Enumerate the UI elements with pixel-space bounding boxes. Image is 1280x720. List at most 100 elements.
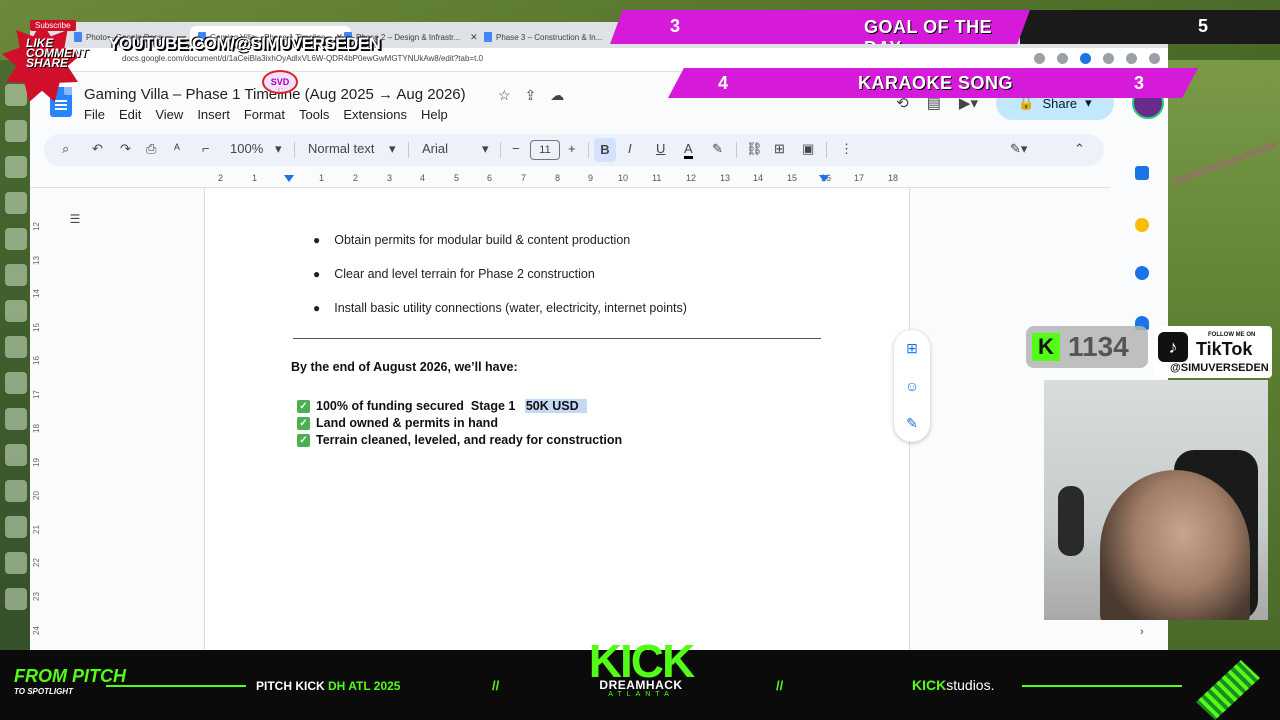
horizontal-rule [293, 338, 821, 339]
karaoke-banner: 4 KARAOKE SONG 3 [668, 68, 1198, 98]
game-tool-icon[interactable] [5, 588, 27, 610]
game-tool-icon[interactable] [5, 192, 27, 214]
keep-icon[interactable] [1135, 218, 1149, 232]
tasks-icon[interactable] [1135, 266, 1149, 280]
chevron-right-icon[interactable]: › [1140, 626, 1144, 638]
emoji-reaction-icon[interactable]: ☺ [905, 378, 919, 394]
italic-button[interactable]: I [628, 141, 632, 156]
link-icon[interactable]: ⛓ [746, 141, 763, 157]
checkmark-icon: ✓ [297, 416, 310, 430]
game-tool-icon[interactable] [5, 444, 27, 466]
font-size-input[interactable]: 11 [530, 140, 560, 160]
bookmark-star-icon[interactable] [1057, 53, 1068, 64]
browser-tab[interactable]: Phase 3 – Construction & In... ✕ [476, 26, 628, 48]
redo-icon[interactable]: ↷ [120, 141, 131, 157]
game-tool-icon[interactable] [5, 408, 27, 430]
calendar-icon[interactable] [1135, 166, 1149, 180]
game-tool-icon[interactable] [5, 156, 27, 178]
ruler-numbers: 2 1 1 2 3 4 5 6 7 8 9 10 11 12 13 14 15 … [210, 173, 910, 185]
list-item: ● Obtain permits for modular build & con… [313, 233, 630, 247]
subscribe-label: Subscribe [30, 20, 76, 31]
game-tool-icon[interactable] [5, 552, 27, 574]
right-indent-handle[interactable] [819, 175, 829, 182]
karaoke-banner-bar: 4 KARAOKE SONG 3 [668, 68, 1198, 98]
ruler-tick: 18 [888, 173, 899, 183]
game-tool-icon[interactable] [5, 336, 27, 358]
dreamhack-logo: DREAMHACK [599, 678, 683, 692]
youtube-channel-url: YOUTUBE.COM/@SIMUVERSEDEN [108, 34, 381, 53]
font-size-increase-icon[interactable]: + [568, 141, 576, 156]
zoom-select[interactable]: 100% [230, 141, 263, 156]
ruler-tick: 23 [31, 592, 41, 601]
game-tool-icon[interactable] [5, 120, 27, 142]
ruler-tick: 24 [31, 626, 41, 635]
menu-edit[interactable]: Edit [119, 107, 141, 122]
title-icons: ☆ ⇪ ☁ [498, 87, 564, 104]
game-tool-icon[interactable] [5, 372, 27, 394]
menu-tools[interactable]: Tools [299, 107, 329, 122]
extension-icon[interactable] [1080, 53, 1091, 64]
tiktok-icon: ♪ [1158, 332, 1188, 362]
from-pitch-logo: FROM PITCH TO SPOTLIGHT [14, 667, 126, 700]
svd-logo: SVD [262, 70, 298, 94]
webcam-feed [1044, 380, 1268, 620]
more-options-icon[interactable]: ⋮ [840, 141, 853, 157]
move-folder-icon[interactable]: ⇪ [525, 87, 537, 104]
font-size-decrease-icon[interactable]: − [512, 141, 520, 156]
highlight-pen-icon[interactable]: ✎ [712, 141, 723, 157]
menu-kebab-icon[interactable] [1149, 53, 1160, 64]
game-tool-icon[interactable] [5, 480, 27, 502]
left-indent-handle[interactable] [284, 175, 294, 182]
add-comment-icon[interactable]: ⊞ [906, 340, 918, 357]
ruler-tick: 5 [454, 173, 460, 183]
menu-file[interactable]: File [84, 107, 105, 122]
game-tool-icon[interactable] [5, 300, 27, 322]
zoom-icon[interactable] [1034, 53, 1045, 64]
profile-icon[interactable] [1126, 53, 1137, 64]
atlanta-text: ATLANTA [608, 691, 674, 698]
collapse-menu-icon[interactable]: ⌃ [1074, 141, 1085, 157]
docs-tab-icon [484, 32, 492, 42]
add-comment-icon[interactable]: ⊞ [774, 141, 785, 157]
star-icon[interactable]: ☆ [498, 87, 511, 104]
toolbar-divider [588, 142, 589, 158]
menu-extensions[interactable]: Extensions [343, 107, 407, 122]
bullet-glyph: ● [313, 267, 321, 281]
insert-image-icon[interactable]: ▣ [802, 141, 814, 157]
menu-insert[interactable]: Insert [197, 107, 230, 122]
game-tool-icon[interactable] [5, 228, 27, 250]
url-text[interactable]: docs.google.com/document/d/1aCeiBla3ixhO… [122, 54, 483, 63]
pitch-kick-event: DH ATL 2025 [328, 679, 401, 693]
menu-format[interactable]: Format [244, 107, 285, 122]
document-page[interactable]: ● Obtain permits for modular build & con… [204, 188, 910, 650]
underline-button[interactable]: U [656, 141, 665, 156]
editing-mode-pen-icon[interactable]: ✎▾ [1010, 141, 1027, 157]
game-tool-icon[interactable] [5, 264, 27, 286]
checkmark-icon: ✓ [297, 399, 310, 413]
spellcheck-icon[interactable]: ᴬ [174, 141, 180, 156]
style-select[interactable]: Normal text [308, 141, 374, 156]
bold-button[interactable]: B [594, 138, 616, 162]
list-item-text: Obtain permits for modular build & conte… [334, 233, 631, 247]
suggest-edits-icon[interactable]: ✎ [906, 415, 918, 432]
print-icon[interactable]: ⎙ [146, 141, 156, 157]
search-icon[interactable]: ⌕ [62, 141, 69, 157]
menu-help[interactable]: Help [421, 107, 448, 122]
tiktok-handle: @SIMUVERSEDEN [1170, 362, 1269, 374]
docs-toolbar: ⌕ ↶ ↷ ⎙ ᴬ ⌐ 100% ▾ Normal text ▾ Arial ▾… [44, 134, 1104, 166]
puzzle-icon[interactable] [1103, 53, 1114, 64]
game-left-toolbar [0, 80, 32, 640]
font-select[interactable]: Arial [422, 141, 448, 156]
paint-format-icon[interactable]: ⌐ [202, 141, 210, 156]
tiktok-badge: ♪ FOLLOW ME ON TikTok @SIMUVERSEDEN [1154, 326, 1272, 378]
game-tool-icon[interactable] [5, 516, 27, 538]
document-outline-icon[interactable]: ☰ [64, 208, 86, 230]
ruler-tick: 11 [652, 173, 662, 183]
text-color-button[interactable]: A [684, 141, 693, 159]
goal-banner-bar: 3 GOAL OF THE DAY [610, 10, 1030, 44]
ruler-tick: 1 [252, 173, 258, 183]
cloud-status-icon[interactable]: ☁ [550, 87, 564, 104]
youtube-badge: Subscribe LIKE COMMENT SHARE [0, 12, 110, 102]
menu-view[interactable]: View [155, 107, 183, 122]
undo-icon[interactable]: ↶ [92, 141, 103, 157]
